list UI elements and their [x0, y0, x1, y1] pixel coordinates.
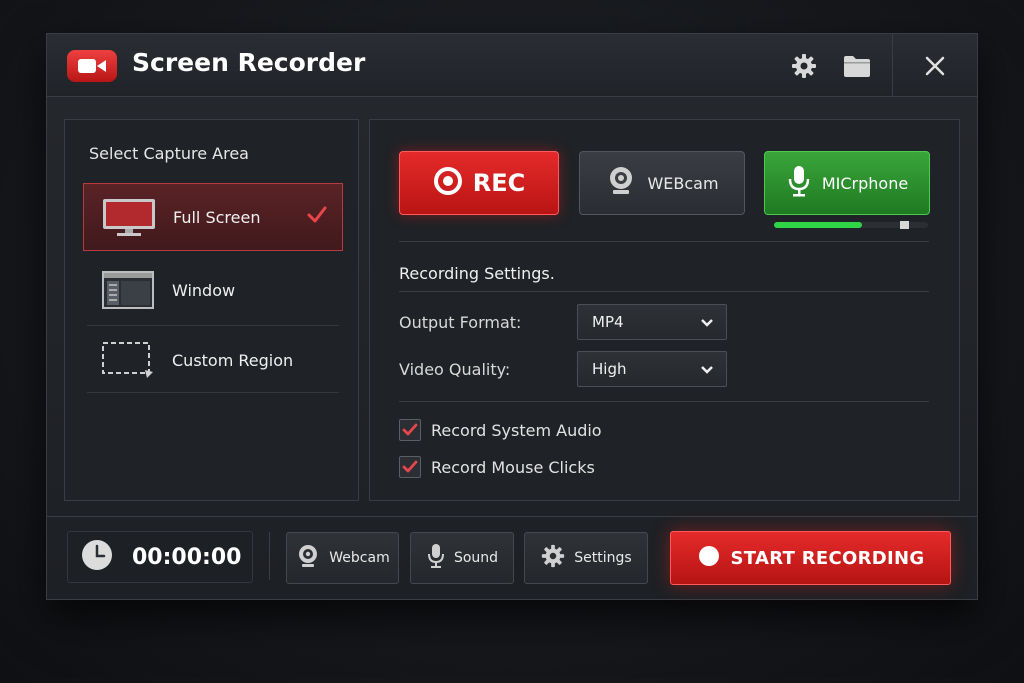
- chevron-down-icon: [700, 313, 714, 332]
- video-quality-label: Video Quality:: [399, 360, 511, 379]
- webcam-icon: [295, 543, 321, 573]
- checkmark-icon: [402, 460, 418, 473]
- record-icon: [433, 166, 463, 200]
- capture-divider: [87, 392, 339, 393]
- record-dot-icon: [697, 544, 721, 572]
- rec-button[interactable]: REC: [399, 151, 559, 215]
- rec-label: REC: [472, 169, 526, 197]
- microphone-icon: [426, 542, 446, 574]
- close-icon[interactable]: [920, 52, 950, 80]
- capture-option-label: Window: [172, 280, 236, 300]
- start-recording-button[interactable]: START RECORDING: [670, 531, 951, 585]
- folder-icon[interactable]: [842, 52, 872, 80]
- gear-icon: [540, 543, 566, 573]
- chevron-down-icon: [700, 360, 714, 379]
- output-format-label: Output Format:: [399, 313, 522, 332]
- capture-option-label: Custom Region: [172, 350, 294, 370]
- record-mouse-clicks-label: Record Mouse Clicks: [431, 457, 595, 477]
- capture-option-custom-region[interactable]: Custom Region: [83, 327, 341, 393]
- section-divider: [399, 241, 929, 242]
- microphone-level-knob[interactable]: [900, 221, 909, 229]
- record-system-audio-checkbox[interactable]: Record System Audio: [399, 419, 602, 441]
- recording-timer: 00:00:00: [67, 531, 253, 583]
- checkmark-icon: [402, 423, 418, 436]
- webcam-icon: [605, 165, 637, 201]
- microphone-icon: [786, 164, 812, 202]
- recording-controls-panel: REC WEBcam MICrphone Recording Settings.…: [369, 119, 960, 501]
- capture-area-title: Select Capture Area: [89, 144, 249, 163]
- checkbox-box[interactable]: [399, 456, 421, 478]
- bottom-bar-divider: [47, 516, 977, 517]
- timer-value: 00:00:00: [132, 544, 242, 570]
- microphone-toggle-button[interactable]: MICrphone: [764, 151, 930, 215]
- video-camera-icon: [67, 50, 117, 82]
- output-format-value: MP4: [592, 313, 624, 331]
- title-bar: Screen Recorder: [47, 34, 977, 97]
- capture-divider: [87, 325, 339, 326]
- section-divider: [399, 291, 929, 292]
- bottom-sound-label: Sound: [453, 550, 499, 566]
- section-divider: [399, 401, 929, 402]
- microphone-level-fill: [774, 222, 862, 228]
- region-icon: [100, 341, 156, 379]
- record-mouse-clicks-checkbox[interactable]: Record Mouse Clicks: [399, 456, 595, 478]
- video-quality-select[interactable]: High: [577, 351, 727, 387]
- checkmark-icon: [306, 204, 328, 230]
- capture-option-label: Full Screen: [173, 207, 261, 227]
- bottom-sound-button[interactable]: Sound: [410, 532, 514, 584]
- start-recording-label: START RECORDING: [730, 547, 925, 569]
- recording-settings-title: Recording Settings.: [399, 264, 555, 283]
- bottom-webcam-label: Webcam: [329, 550, 390, 566]
- checkbox-box[interactable]: [399, 419, 421, 441]
- video-quality-value: High: [592, 360, 627, 378]
- capture-area-panel: Select Capture Area Full Screen Window C…: [64, 119, 359, 501]
- screen-recorder-window: Screen Recorder Select Capture Area Full…: [46, 33, 978, 600]
- bottom-settings-label: Settings: [574, 550, 632, 566]
- app-title: Screen Recorder: [132, 48, 366, 77]
- capture-option-window[interactable]: Window: [83, 257, 341, 323]
- clock-icon: [80, 538, 114, 576]
- record-system-audio-label: Record System Audio: [431, 420, 602, 440]
- output-format-select[interactable]: MP4: [577, 304, 727, 340]
- microphone-toggle-label: MICrphone: [821, 173, 909, 193]
- window-icon: [100, 271, 156, 309]
- webcam-toggle-label: WEBcam: [647, 173, 719, 193]
- gear-icon[interactable]: [789, 52, 819, 80]
- titlebar-divider: [892, 34, 893, 96]
- capture-option-full-screen[interactable]: Full Screen: [83, 183, 343, 251]
- bottom-webcam-button[interactable]: Webcam: [286, 532, 399, 584]
- bottom-bar-separator: [269, 532, 270, 580]
- webcam-toggle-button[interactable]: WEBcam: [579, 151, 745, 215]
- bottom-settings-button[interactable]: Settings: [524, 532, 648, 584]
- microphone-level-meter: [774, 221, 928, 229]
- monitor-icon: [101, 197, 157, 237]
